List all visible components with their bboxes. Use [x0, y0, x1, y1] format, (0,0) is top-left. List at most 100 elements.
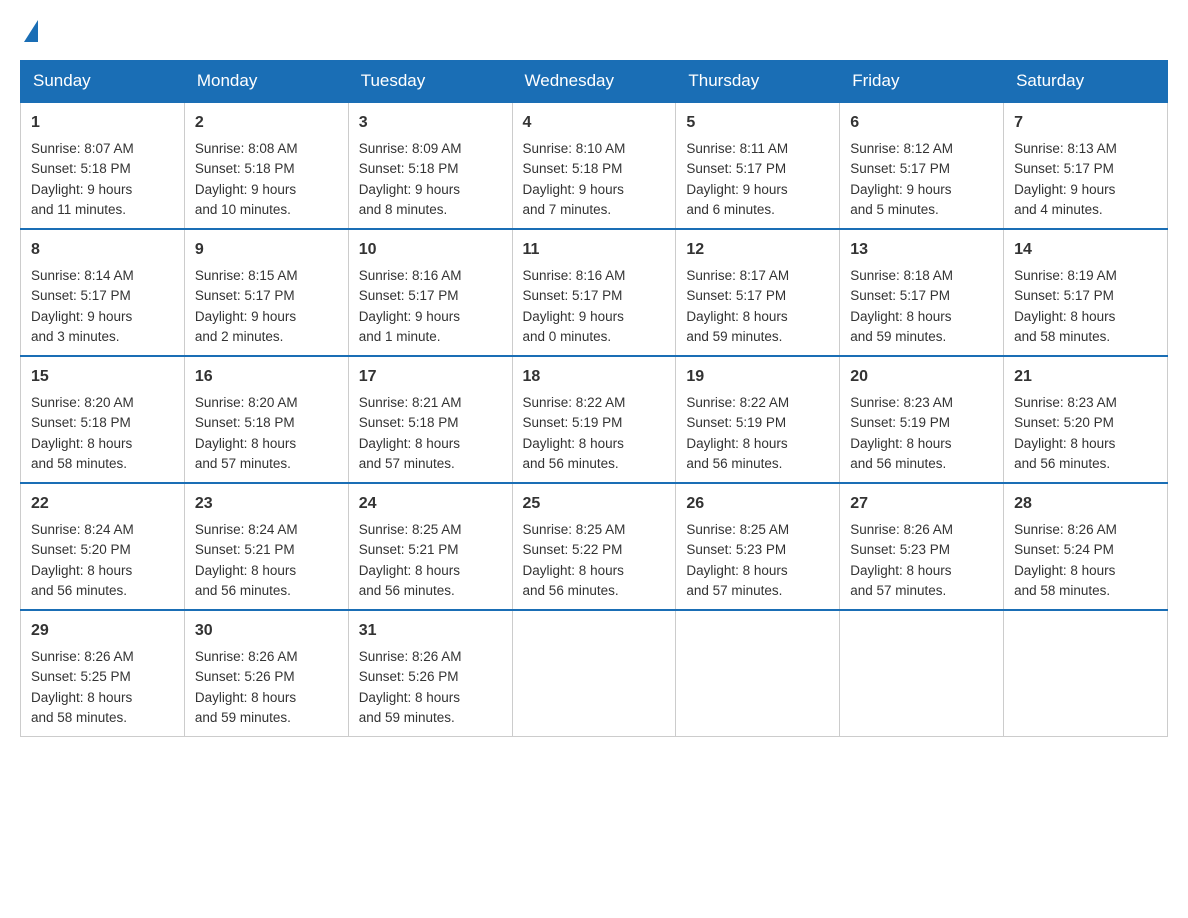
day-number: 24	[359, 492, 502, 516]
day-number: 31	[359, 619, 502, 643]
daylight-text: Daylight: 8 hours	[1014, 309, 1115, 324]
sunrise-text: Sunrise: 8:25 AM	[359, 522, 462, 537]
calendar-day-cell: 13Sunrise: 8:18 AMSunset: 5:17 PMDayligh…	[840, 229, 1004, 356]
calendar-day-cell: 20Sunrise: 8:23 AMSunset: 5:19 PMDayligh…	[840, 356, 1004, 483]
sunrise-text: Sunrise: 8:24 AM	[31, 522, 134, 537]
daylight-text: Daylight: 8 hours	[195, 563, 296, 578]
sunrise-text: Sunrise: 8:20 AM	[31, 395, 134, 410]
day-number: 17	[359, 365, 502, 389]
calendar-table: SundayMondayTuesdayWednesdayThursdayFrid…	[20, 60, 1168, 737]
daylight-continuation: and 0 minutes.	[523, 329, 612, 344]
sunset-text: Sunset: 5:24 PM	[1014, 542, 1114, 557]
daylight-text: Daylight: 9 hours	[1014, 182, 1115, 197]
daylight-text: Daylight: 9 hours	[31, 309, 132, 324]
day-number: 29	[31, 619, 174, 643]
calendar-day-cell: 11Sunrise: 8:16 AMSunset: 5:17 PMDayligh…	[512, 229, 676, 356]
daylight-continuation: and 59 minutes.	[850, 329, 946, 344]
day-number: 8	[31, 238, 174, 262]
daylight-text: Daylight: 9 hours	[195, 309, 296, 324]
calendar-day-cell: 3Sunrise: 8:09 AMSunset: 5:18 PMDaylight…	[348, 102, 512, 229]
sunset-text: Sunset: 5:22 PM	[523, 542, 623, 557]
daylight-text: Daylight: 8 hours	[523, 436, 624, 451]
sunset-text: Sunset: 5:23 PM	[686, 542, 786, 557]
calendar-day-cell: 16Sunrise: 8:20 AMSunset: 5:18 PMDayligh…	[184, 356, 348, 483]
daylight-continuation: and 57 minutes.	[850, 583, 946, 598]
daylight-continuation: and 5 minutes.	[850, 202, 939, 217]
daylight-text: Daylight: 8 hours	[686, 436, 787, 451]
calendar-day-cell	[512, 610, 676, 737]
daylight-continuation: and 56 minutes.	[359, 583, 455, 598]
day-number: 18	[523, 365, 666, 389]
daylight-continuation: and 4 minutes.	[1014, 202, 1103, 217]
sunset-text: Sunset: 5:17 PM	[1014, 288, 1114, 303]
day-number: 23	[195, 492, 338, 516]
calendar-day-cell: 7Sunrise: 8:13 AMSunset: 5:17 PMDaylight…	[1004, 102, 1168, 229]
daylight-text: Daylight: 9 hours	[686, 182, 787, 197]
calendar-week-row: 22Sunrise: 8:24 AMSunset: 5:20 PMDayligh…	[21, 483, 1168, 610]
calendar-day-cell: 4Sunrise: 8:10 AMSunset: 5:18 PMDaylight…	[512, 102, 676, 229]
daylight-continuation: and 56 minutes.	[850, 456, 946, 471]
sunset-text: Sunset: 5:26 PM	[195, 669, 295, 684]
daylight-continuation: and 59 minutes.	[359, 710, 455, 725]
sunset-text: Sunset: 5:18 PM	[523, 161, 623, 176]
day-number: 2	[195, 111, 338, 135]
sunrise-text: Sunrise: 8:24 AM	[195, 522, 298, 537]
calendar-day-cell: 21Sunrise: 8:23 AMSunset: 5:20 PMDayligh…	[1004, 356, 1168, 483]
calendar-day-cell: 27Sunrise: 8:26 AMSunset: 5:23 PMDayligh…	[840, 483, 1004, 610]
daylight-continuation: and 3 minutes.	[31, 329, 120, 344]
daylight-text: Daylight: 9 hours	[31, 182, 132, 197]
sunset-text: Sunset: 5:18 PM	[195, 415, 295, 430]
daylight-continuation: and 59 minutes.	[686, 329, 782, 344]
calendar-day-cell	[840, 610, 1004, 737]
sunset-text: Sunset: 5:17 PM	[686, 161, 786, 176]
sunrise-text: Sunrise: 8:20 AM	[195, 395, 298, 410]
daylight-text: Daylight: 8 hours	[850, 563, 951, 578]
daylight-continuation: and 56 minutes.	[686, 456, 782, 471]
sunrise-text: Sunrise: 8:22 AM	[523, 395, 626, 410]
daylight-continuation: and 59 minutes.	[195, 710, 291, 725]
daylight-continuation: and 1 minute.	[359, 329, 441, 344]
sunset-text: Sunset: 5:26 PM	[359, 669, 459, 684]
day-number: 9	[195, 238, 338, 262]
logo	[20, 20, 38, 40]
daylight-continuation: and 57 minutes.	[195, 456, 291, 471]
sunset-text: Sunset: 5:23 PM	[850, 542, 950, 557]
daylight-continuation: and 57 minutes.	[686, 583, 782, 598]
calendar-day-cell	[676, 610, 840, 737]
sunset-text: Sunset: 5:17 PM	[195, 288, 295, 303]
daylight-continuation: and 6 minutes.	[686, 202, 775, 217]
calendar-day-cell: 8Sunrise: 8:14 AMSunset: 5:17 PMDaylight…	[21, 229, 185, 356]
sunrise-text: Sunrise: 8:26 AM	[195, 649, 298, 664]
sunrise-text: Sunrise: 8:23 AM	[1014, 395, 1117, 410]
day-number: 12	[686, 238, 829, 262]
calendar-day-cell: 28Sunrise: 8:26 AMSunset: 5:24 PMDayligh…	[1004, 483, 1168, 610]
sunrise-text: Sunrise: 8:12 AM	[850, 141, 953, 156]
page-header	[20, 20, 1168, 40]
daylight-continuation: and 11 minutes.	[31, 202, 126, 217]
calendar-day-cell: 22Sunrise: 8:24 AMSunset: 5:20 PMDayligh…	[21, 483, 185, 610]
sunset-text: Sunset: 5:18 PM	[359, 161, 459, 176]
daylight-continuation: and 56 minutes.	[195, 583, 291, 598]
sunset-text: Sunset: 5:18 PM	[195, 161, 295, 176]
sunset-text: Sunset: 5:19 PM	[686, 415, 786, 430]
calendar-day-cell: 18Sunrise: 8:22 AMSunset: 5:19 PMDayligh…	[512, 356, 676, 483]
calendar-day-cell: 17Sunrise: 8:21 AMSunset: 5:18 PMDayligh…	[348, 356, 512, 483]
day-number: 7	[1014, 111, 1157, 135]
calendar-day-cell: 12Sunrise: 8:17 AMSunset: 5:17 PMDayligh…	[676, 229, 840, 356]
sunrise-text: Sunrise: 8:17 AM	[686, 268, 789, 283]
daylight-continuation: and 58 minutes.	[1014, 329, 1110, 344]
daylight-continuation: and 56 minutes.	[523, 583, 619, 598]
daylight-continuation: and 57 minutes.	[359, 456, 455, 471]
calendar-day-header: Monday	[184, 61, 348, 103]
daylight-continuation: and 58 minutes.	[1014, 583, 1110, 598]
day-number: 14	[1014, 238, 1157, 262]
calendar-week-row: 29Sunrise: 8:26 AMSunset: 5:25 PMDayligh…	[21, 610, 1168, 737]
daylight-text: Daylight: 8 hours	[31, 436, 132, 451]
logo-triangle-icon	[24, 20, 38, 42]
sunset-text: Sunset: 5:25 PM	[31, 669, 131, 684]
calendar-day-cell: 2Sunrise: 8:08 AMSunset: 5:18 PMDaylight…	[184, 102, 348, 229]
day-number: 13	[850, 238, 993, 262]
calendar-day-header: Friday	[840, 61, 1004, 103]
day-number: 3	[359, 111, 502, 135]
calendar-day-cell: 1Sunrise: 8:07 AMSunset: 5:18 PMDaylight…	[21, 102, 185, 229]
